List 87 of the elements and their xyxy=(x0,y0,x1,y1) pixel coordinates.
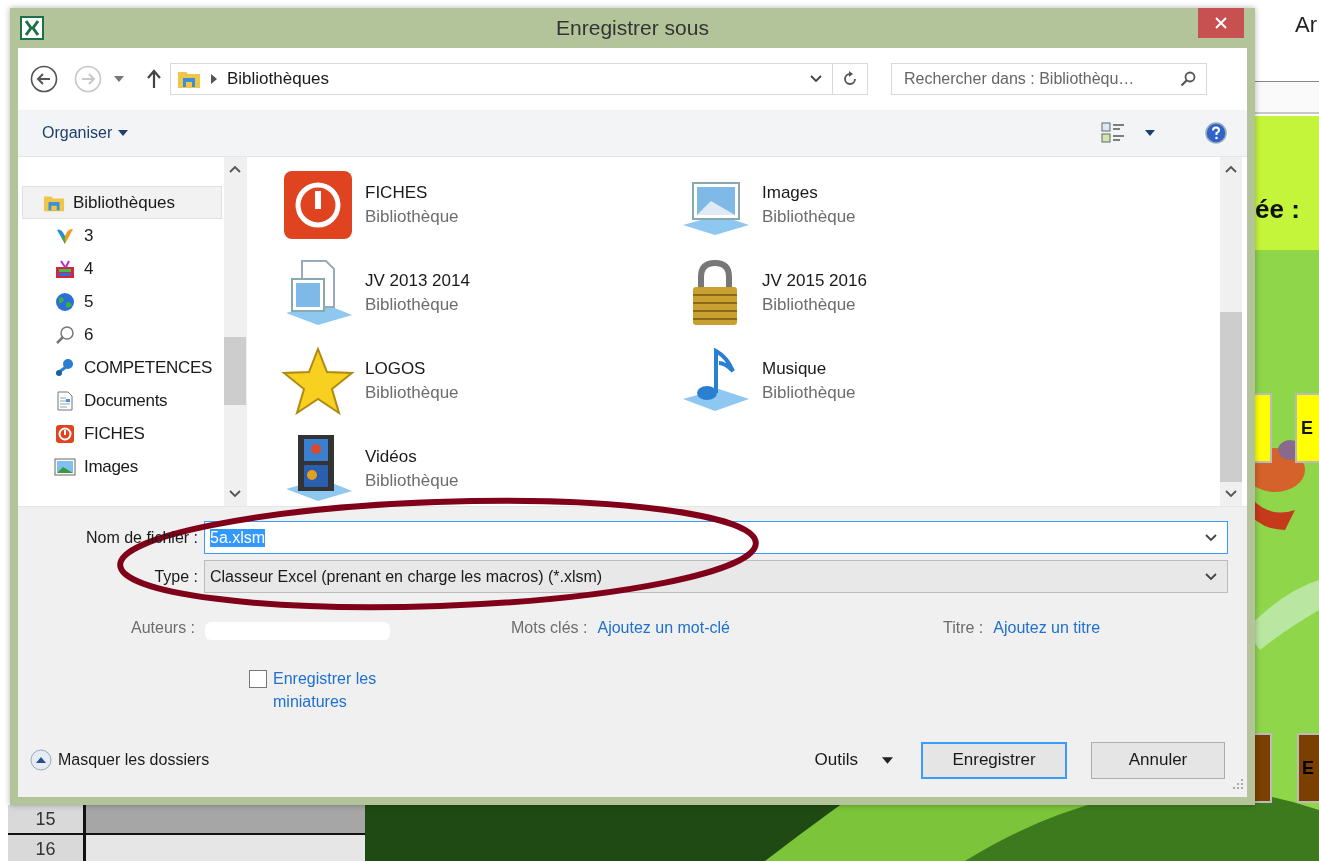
meta-label: Mots clés : xyxy=(511,619,588,637)
close-icon xyxy=(1215,17,1227,29)
library-item[interactable]: Images Bibliothèque xyxy=(678,161,1075,249)
library-type: Bibliothèque xyxy=(365,207,459,227)
library-folder-icon xyxy=(177,69,201,89)
dialog-button[interactable]: Annuler xyxy=(1091,741,1225,779)
sidebar-item[interactable]: 4 xyxy=(18,252,222,285)
library-name: LOGOS xyxy=(365,359,427,379)
scrollbar-thumb[interactable] xyxy=(224,337,246,405)
scrollbar-thumb[interactable] xyxy=(1220,312,1242,482)
library-type: Bibliothèque xyxy=(365,295,460,315)
power-icon xyxy=(54,423,76,444)
library-type: Bibliothèque xyxy=(762,383,856,403)
sidebar-item[interactable]: Documents xyxy=(18,384,222,417)
library-name: JV 2015 2016 xyxy=(762,271,867,291)
sidebar-item[interactable]: FICHES xyxy=(18,417,222,450)
library-type: Bibliothèque xyxy=(762,295,857,315)
power-tile-icon xyxy=(281,169,355,241)
library-name: Vidéos xyxy=(365,447,418,467)
address-bar[interactable]: Bibliothèques xyxy=(170,63,868,95)
collapse-up-icon xyxy=(30,749,52,771)
spreadsheet-app-icon xyxy=(20,16,44,40)
back-button[interactable] xyxy=(30,65,58,93)
scroll-up-icon[interactable] xyxy=(229,165,241,173)
sheet-title: Ar xyxy=(1295,12,1317,38)
sidebar-item[interactable]: 6 xyxy=(18,318,222,351)
window-title: Enregistrer sous xyxy=(556,16,709,40)
library-item[interactable]: JV 2015 2016 Bibliothèque xyxy=(678,249,1075,337)
sidebar-item[interactable]: COMPETENCES xyxy=(18,351,222,384)
caret-icon[interactable] xyxy=(882,756,893,764)
star-icon xyxy=(281,345,355,417)
meta-link[interactable]: Ajoutez un mot-clé xyxy=(597,619,730,637)
scroll-down-icon[interactable] xyxy=(229,490,241,498)
row-number: 15 xyxy=(8,805,86,833)
refresh-icon xyxy=(842,71,858,87)
resize-grip-icon[interactable] xyxy=(1233,779,1243,789)
meta-label: Auteurs : xyxy=(131,619,196,637)
scroll-down-icon[interactable] xyxy=(1225,490,1237,498)
library-item[interactable]: JV 2013 2014 Bibliothèque xyxy=(281,249,678,337)
sheet-button[interactable]: E xyxy=(1295,393,1319,463)
library-type: Bibliothèque xyxy=(762,207,856,227)
library-item[interactable]: FICHES Bibliothèque xyxy=(281,161,678,249)
dialog-button[interactable]: Enregistrer xyxy=(921,741,1067,779)
library-name: Images xyxy=(762,183,819,203)
checkbox[interactable] xyxy=(249,670,267,688)
sidebar-item[interactable]: Images xyxy=(18,450,222,483)
tools-menu[interactable]: Outils xyxy=(814,750,858,770)
sidebar-item[interactable]: 3 xyxy=(18,219,222,252)
meta-link[interactable]: Ajoutez un titre xyxy=(993,619,1101,637)
up-arrow-icon[interactable] xyxy=(146,69,162,89)
globe-icon xyxy=(54,291,76,312)
banner-text: ée : xyxy=(1255,194,1300,225)
organize-menu[interactable]: Organiser xyxy=(42,124,113,142)
checkbox-label[interactable]: Enregistrer les miniatures xyxy=(273,667,403,713)
image-icon xyxy=(54,456,76,477)
breadcrumb-arrow-icon xyxy=(211,74,217,84)
magnifier-icon xyxy=(54,324,76,345)
library-name: FICHES xyxy=(365,183,429,203)
help-icon[interactable] xyxy=(1205,122,1227,144)
library-type: Bibliothèque xyxy=(365,471,459,491)
chevron-down-icon[interactable] xyxy=(810,75,822,83)
pin-icon xyxy=(54,357,76,378)
hide-folders-button[interactable]: Masquer les dossiers xyxy=(30,749,210,771)
library-name: Musique xyxy=(762,359,828,379)
scroll-up-icon[interactable] xyxy=(1225,165,1237,173)
breadcrumb[interactable]: Bibliothèques xyxy=(227,69,330,89)
chevron-down-icon[interactable] xyxy=(1205,533,1217,542)
file-type-dropdown[interactable]: Classeur Excel (prenant en charge les macros) (*.xlsm) xyxy=(204,560,1228,593)
field-label: Type : xyxy=(153,567,199,586)
document-icon xyxy=(54,390,76,411)
chevron-down-icon[interactable] xyxy=(1205,572,1217,581)
library-type: Bibliothèque xyxy=(365,383,459,403)
caret-icon[interactable] xyxy=(1145,130,1155,136)
recent-locations-caret-icon[interactable] xyxy=(114,76,124,82)
sidebar-item[interactable]: Bibliothèques xyxy=(22,186,222,219)
view-options-icon[interactable] xyxy=(1101,121,1125,145)
caret-icon[interactable] xyxy=(118,130,129,136)
search-icon xyxy=(1180,71,1196,87)
meta-label: Titre : xyxy=(943,619,984,637)
sidebar-item[interactable]: 5 xyxy=(18,285,222,318)
close-button[interactable] xyxy=(1198,8,1244,38)
library-item[interactable]: Vidéos Bibliothèque xyxy=(281,425,678,513)
library-item[interactable]: LOGOS Bibliothèque xyxy=(281,337,678,425)
search-field[interactable]: Rechercher dans : Bibliothèqu… xyxy=(891,63,1207,95)
library-name: JV 2013 2014 xyxy=(365,271,470,291)
library-item[interactable]: Musique Bibliothèque xyxy=(678,337,1075,425)
row-number: 16 xyxy=(8,835,86,861)
